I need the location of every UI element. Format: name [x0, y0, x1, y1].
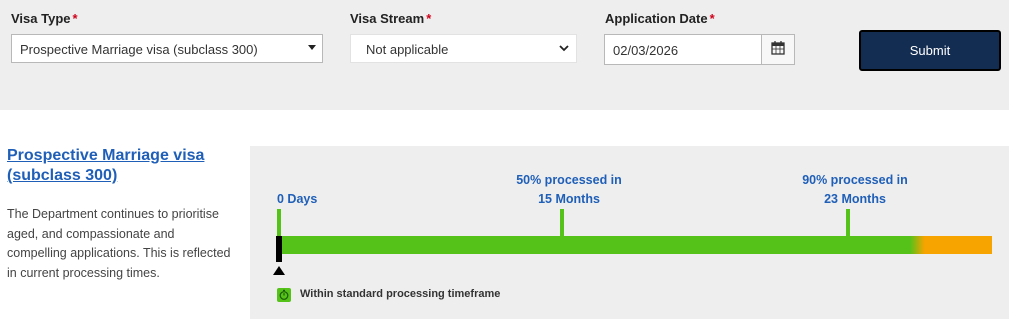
required-mark: *: [709, 11, 715, 26]
visa-stream-value: Not applicable: [366, 42, 449, 57]
milestone-1-label: 50% processed in 15 Months: [516, 173, 622, 206]
visa-type-value: Prospective Marriage visa (subclass 300): [20, 42, 258, 57]
search-form: Visa Type * Prospective Marriage visa (su…: [0, 0, 1009, 110]
visa-type-select[interactable]: Prospective Marriage visa (subclass 300): [11, 34, 323, 63]
milestone-1-tick: [560, 209, 564, 236]
timer-icon: [277, 288, 291, 302]
visa-stream-select[interactable]: Not applicable: [350, 34, 577, 63]
calendar-icon: [771, 41, 785, 55]
processing-timeline-bar: [280, 236, 992, 254]
visa-type-label: Visa Type *: [11, 11, 78, 26]
application-date-field[interactable]: 02/03/2026: [604, 34, 795, 65]
milestone-0-tick: [277, 209, 281, 236]
legend-label: Within standard processing timeframe: [300, 288, 501, 300]
submit-button[interactable]: Submit: [859, 30, 1001, 71]
visa-result-description: The Department continues to prioritise a…: [7, 207, 231, 280]
application-date-label: Application Date *: [605, 11, 715, 26]
application-date-value: 02/03/2026: [613, 43, 679, 58]
triangle-up-icon: [273, 266, 285, 275]
caret-down-icon: [308, 45, 316, 50]
milestone-2-tick: [846, 209, 850, 236]
visa-stream-label: Visa Stream *: [350, 11, 432, 26]
required-mark: *: [426, 11, 432, 26]
calendar-button[interactable]: [761, 35, 794, 64]
milestone-0-label: 0 Days: [277, 192, 318, 206]
chevron-down-icon: [559, 45, 569, 52]
required-mark: *: [72, 11, 78, 26]
current-position-marker: [276, 236, 282, 262]
milestone-2-label: 90% processed in 23 Months: [802, 173, 908, 206]
visa-result-title[interactable]: Prospective Marriage visa (subclass 300): [7, 146, 217, 186]
